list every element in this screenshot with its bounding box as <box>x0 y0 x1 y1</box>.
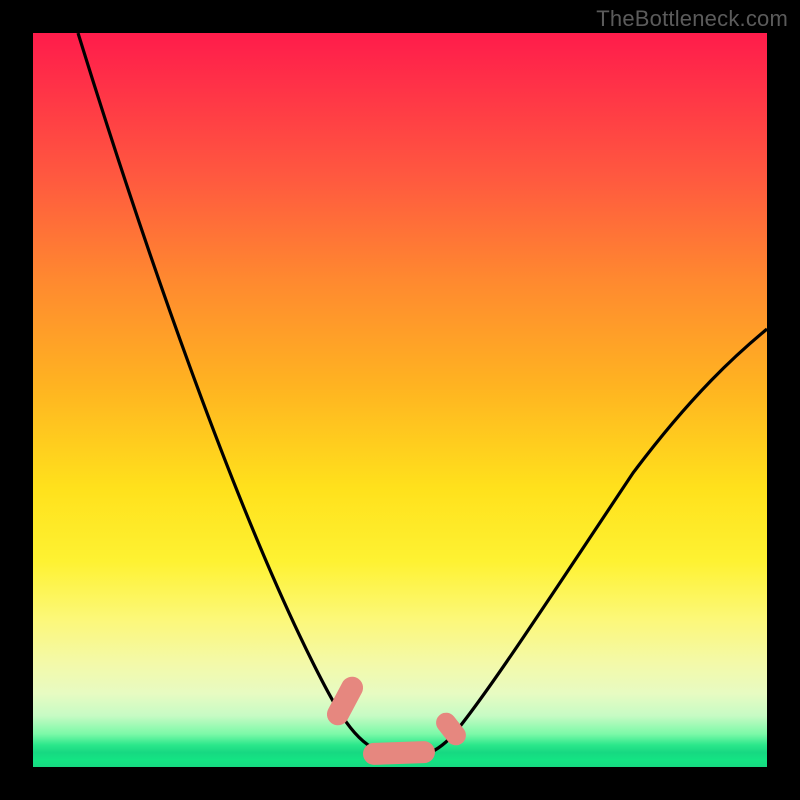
lozenge-group <box>323 673 470 765</box>
curve-path <box>78 33 767 758</box>
bottleneck-curve <box>33 33 767 767</box>
lozenge-middle <box>363 741 436 765</box>
lozenge-right <box>432 709 470 750</box>
plot-area <box>33 33 767 767</box>
watermark-text: TheBottleneck.com <box>596 6 788 32</box>
lozenge-left <box>323 673 367 729</box>
chart-frame: TheBottleneck.com <box>0 0 800 800</box>
